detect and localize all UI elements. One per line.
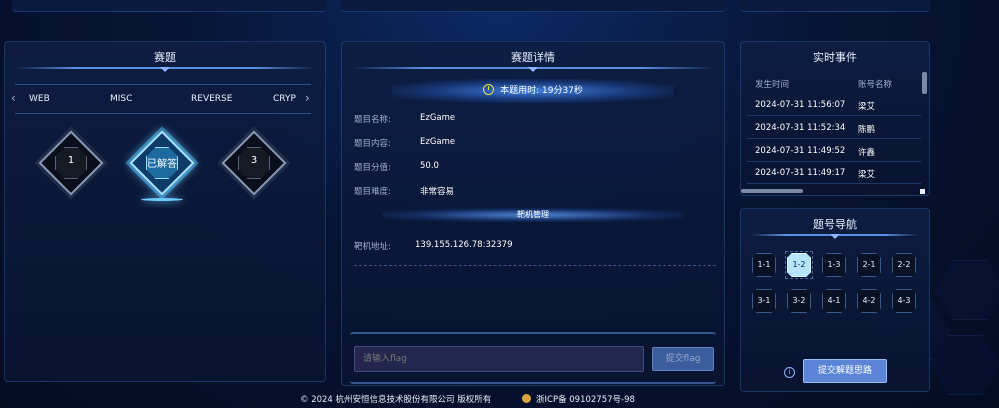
challenge-detail-panel: 赛题详情 本题用时: 19分37秒 题目名称: EzGame 题目内容: EzG… (341, 41, 725, 386)
top-strip-left (12, 0, 326, 12)
nav-question-3-2[interactable]: 3-2 (787, 289, 811, 313)
chevron-right-icon[interactable]: › (305, 91, 310, 105)
horizontal-scrollbar[interactable] (741, 189, 803, 193)
field-value: EzGame (420, 113, 456, 123)
title-divider (15, 67, 315, 69)
vertical-scrollbar[interactable] (922, 72, 927, 94)
title-divider (352, 67, 714, 69)
col-time-header: 发生时间 (755, 80, 790, 90)
row-divider (747, 138, 921, 139)
challenge-item-solved[interactable]: 已解答 (129, 130, 195, 201)
nav-question-3-1[interactable]: 3-1 (752, 289, 776, 313)
chevron-left-icon[interactable]: ‹ (11, 91, 16, 105)
event-time: 2024-07-31 11:49:17 (755, 168, 846, 178)
event-name: 许鑫 (858, 148, 876, 158)
panel-title: 赛题详情 (511, 51, 555, 64)
icp-text[interactable]: 浙ICP备 09102757号-98 (536, 395, 635, 405)
event-time: 2024-07-31 11:56:07 (755, 100, 846, 110)
target-value[interactable]: 139.155.126.78:32379 (415, 240, 513, 250)
target-section-title: 靶机管理 (382, 208, 684, 222)
challenge-item[interactable]: 1 (38, 130, 104, 196)
challenge-item[interactable]: 3 (221, 130, 287, 196)
nav-question-2-2[interactable]: 2-2 (892, 253, 916, 277)
top-strip-right (740, 0, 930, 12)
nav-question-1-3[interactable]: 1-3 (822, 253, 846, 277)
field-value: EzGame (420, 137, 456, 147)
field-label: 题目分值: (354, 163, 391, 173)
submit-writeup-button[interactable]: 提交解题思路 (803, 359, 887, 383)
title-divider (751, 234, 919, 236)
timer-bar: 本题用时: 19分37秒 (392, 79, 674, 103)
event-name: 梁艾 (858, 102, 876, 112)
challenges-panel: 赛题 ‹ WEB MISC REVERSE CRYP › 1 已解答 3 (4, 41, 326, 382)
nav-question-2-1[interactable]: 2-1 (857, 253, 881, 277)
field-label: 题目难度: (354, 187, 391, 197)
solved-glow (141, 198, 183, 201)
question-nav-panel: 题号导航 1-1 1-2 1-3 2-1 2-2 3-1 3-2 4-1 4-2… (740, 208, 930, 392)
event-time: 2024-07-31 11:49:52 (755, 146, 846, 156)
nav-question-4-2[interactable]: 4-2 (857, 289, 881, 313)
nav-question-4-1[interactable]: 4-1 (822, 289, 846, 313)
tab-misc[interactable]: MISC (110, 94, 132, 104)
challenge-label: 3 (250, 155, 258, 166)
police-badge-icon (522, 394, 531, 403)
scroll-corner (920, 189, 925, 194)
challenge-label: 1 (67, 155, 75, 166)
nav-question-4-3[interactable]: 4-3 (892, 289, 916, 313)
field-value: 50.0 (420, 161, 439, 171)
tab-reverse[interactable]: REVERSE (191, 94, 232, 104)
tab-web[interactable]: WEB (29, 94, 50, 104)
nav-question-1-1[interactable]: 1-1 (752, 253, 776, 277)
timer-text: 本题用时: 19分37秒 (500, 86, 583, 96)
event-name: 陈鹏 (858, 125, 876, 135)
panel-title: 赛题 (154, 51, 176, 64)
footer-copyright: © 2024 杭州安恒信息技术股份有限公司 版权所有 (300, 395, 492, 405)
event-name: 梁艾 (858, 170, 876, 180)
target-label: 靶机地址: (354, 242, 391, 252)
clock-icon (483, 84, 495, 95)
panel-title: 实时事件 (813, 51, 857, 64)
row-divider (747, 161, 921, 162)
row-divider (747, 115, 921, 116)
event-time: 2024-07-31 11:52:34 (755, 123, 846, 133)
flag-input[interactable] (354, 346, 644, 372)
dashed-divider (354, 265, 716, 266)
field-label: 题目名称: (354, 115, 391, 125)
events-panel: 实时事件 发生时间 账号名称 2024-07-31 11:56:07 梁艾 20… (740, 41, 930, 196)
hex-decoration (935, 260, 999, 320)
category-tabs: ‹ WEB MISC REVERSE CRYP › (11, 84, 311, 114)
challenge-label: 已解答 (147, 159, 177, 170)
field-value: 非常容易 (420, 187, 455, 197)
field-label: 题目内容: (354, 139, 391, 149)
col-account-header: 账号名称 (858, 80, 893, 90)
submit-flag-button[interactable]: 提交flag (652, 347, 714, 371)
footer-icp[interactable]: 浙ICP备 09102757号-98 (522, 393, 635, 405)
tab-crypto[interactable]: CRYP (273, 94, 296, 104)
top-strip-center (341, 0, 725, 12)
nav-question-1-2[interactable]: 1-2 (787, 253, 811, 277)
info-icon[interactable]: i (784, 367, 795, 378)
row-divider (747, 183, 921, 184)
panel-title: 题号导航 (813, 218, 857, 231)
